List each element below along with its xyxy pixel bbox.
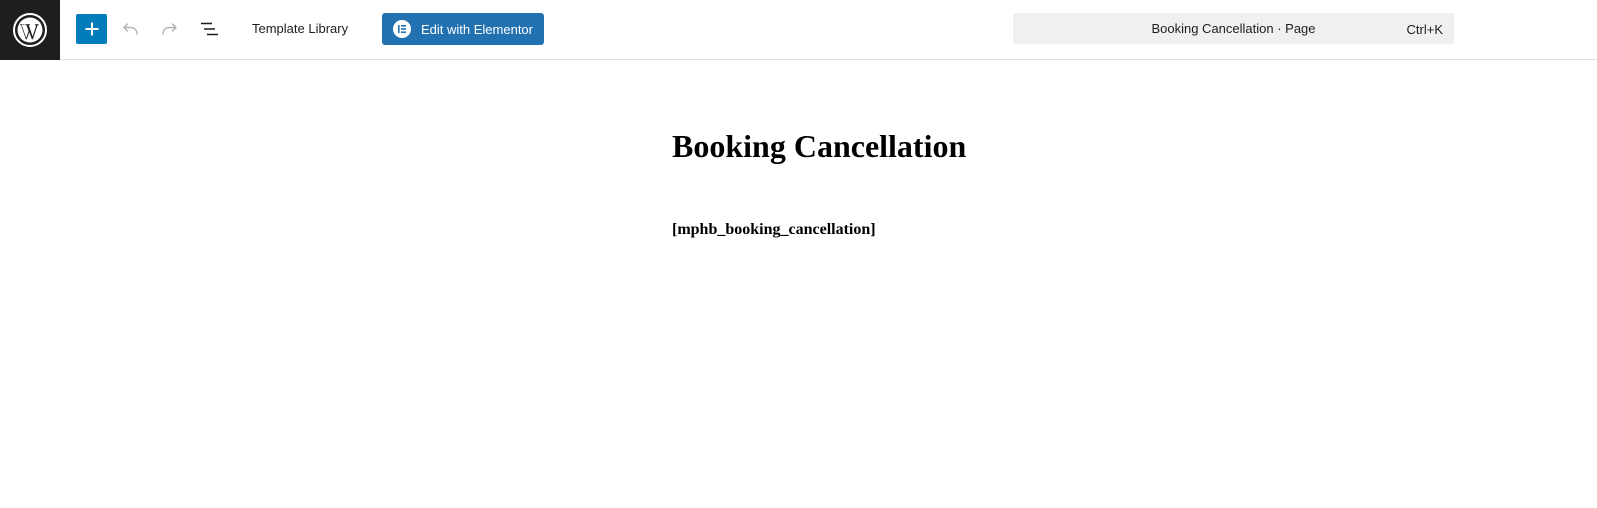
editor-canvas: Booking Cancellation [mphb_booking_cance… xyxy=(0,61,1597,508)
elementor-icon xyxy=(393,20,411,38)
undo-icon xyxy=(123,23,138,35)
edit-with-elementor-button[interactable]: Edit with Elementor xyxy=(382,13,544,45)
plus-icon xyxy=(85,22,98,36)
document-title: Booking Cancellation · Page xyxy=(1151,21,1316,36)
add-block-button[interactable] xyxy=(76,14,107,44)
keyboard-shortcut-hint: Ctrl+K xyxy=(1406,22,1443,37)
shortcode-block[interactable]: [mphb_booking_cancellation] xyxy=(672,221,876,239)
command-palette-bar[interactable]: Booking Cancellation · Page Ctrl+K xyxy=(1013,13,1454,44)
post-title[interactable]: Booking Cancellation xyxy=(672,128,966,165)
wordpress-logo-button[interactable] xyxy=(0,0,60,60)
editor-header: Template Library Edit with Elementor Boo… xyxy=(0,0,1597,60)
document-overview-button[interactable] xyxy=(195,15,223,43)
undo-button[interactable] xyxy=(116,15,144,43)
wordpress-icon xyxy=(13,13,47,47)
edit-with-elementor-label: Edit with Elementor xyxy=(421,21,533,37)
redo-button[interactable] xyxy=(156,15,184,43)
list-view-icon xyxy=(201,22,218,36)
template-library-button[interactable]: Template Library xyxy=(252,21,348,36)
redo-icon xyxy=(162,23,177,35)
